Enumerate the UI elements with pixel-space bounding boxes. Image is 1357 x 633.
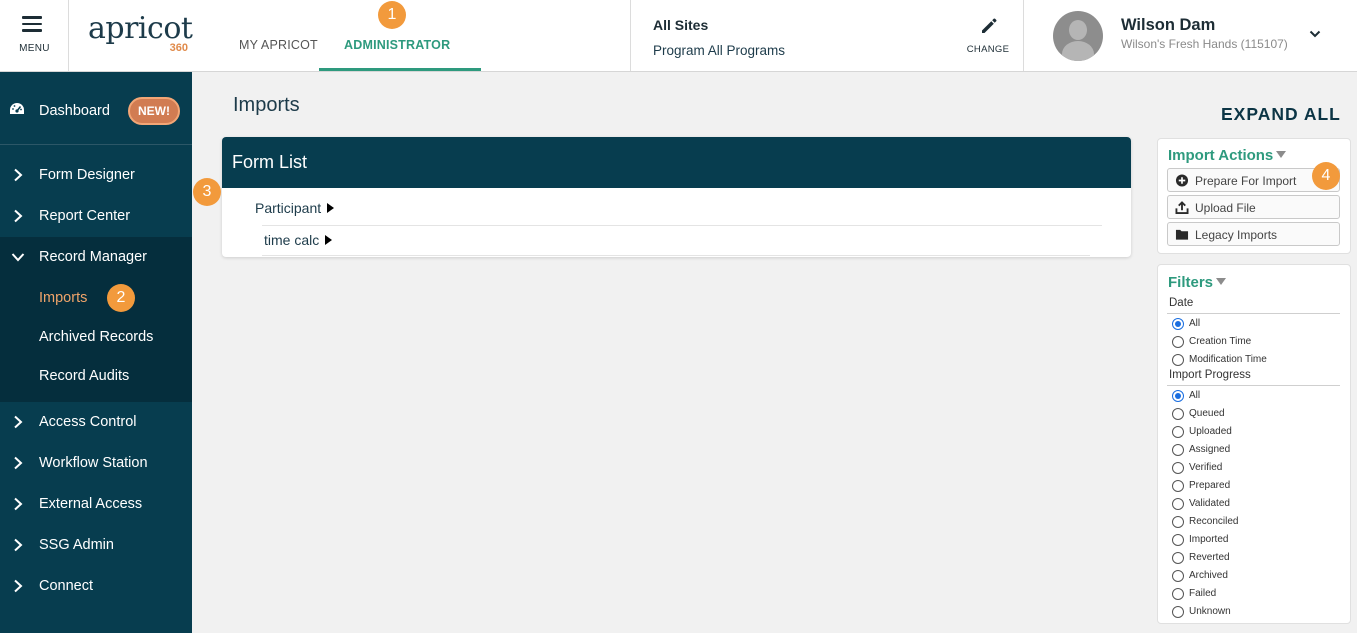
step-marker-2: 2: [107, 284, 135, 312]
pencil-icon: [982, 18, 997, 33]
menu-label: MENU: [19, 43, 50, 54]
chevron-right-icon: [14, 415, 23, 429]
form-item-participant[interactable]: Participant: [255, 200, 335, 216]
form-item-label: time calc: [264, 232, 320, 248]
button-label: Legacy Imports: [1195, 228, 1278, 242]
sidebar-item-report-center[interactable]: Report Center: [0, 196, 192, 237]
sidebar-item-workflow-station[interactable]: Workflow Station: [0, 443, 192, 484]
top-header: MENU apricot 360 MY APRICOT ADMINISTRATO…: [0, 0, 1357, 72]
sidebar-item-label: Connect: [39, 578, 94, 594]
sidebar-subitem-imports[interactable]: Imports: [39, 290, 87, 306]
plus-circle-icon: [1175, 174, 1189, 187]
import-actions-panel: Import Actions Prepare For Import Upload…: [1157, 138, 1351, 254]
form-list-card: Form List: [222, 137, 1131, 257]
row-divider: [262, 255, 1090, 256]
import-progress-label: Import Progress: [1169, 369, 1251, 381]
panel-title: Filters: [1168, 274, 1214, 291]
row-divider: [262, 225, 1102, 226]
apricot-logo[interactable]: apricot 360: [88, 12, 198, 56]
menu-button[interactable]: MENU: [0, 0, 69, 71]
dashboard-gauge-icon: [10, 103, 24, 114]
step-marker-4: 4: [1312, 162, 1340, 190]
user-menu[interactable]: Wilson Dam Wilson's Fresh Hands (115107): [1053, 11, 1343, 61]
site-selector: All Sites Program All Programs CHANGE: [630, 0, 1024, 71]
logo-text: apricot: [88, 11, 193, 46]
chevron-right-icon: [14, 168, 23, 182]
sidebar: Dashboard NEW! Form Designer Report Cent…: [0, 72, 192, 633]
button-label: Upload File: [1195, 201, 1256, 215]
chevron-right-icon: [14, 209, 23, 223]
import-actions-toggle[interactable]: Import Actions: [1168, 147, 1287, 164]
upload-file-button[interactable]: Upload File: [1167, 195, 1340, 219]
page-title: Imports: [233, 94, 300, 116]
filters-panel: Filters Date All Creation Time Modificat…: [1157, 264, 1351, 624]
sidebar-item-record-manager[interactable]: Record Manager: [0, 237, 192, 278]
form-item-time-calc[interactable]: time calc: [264, 232, 333, 248]
folder-icon: [1175, 229, 1189, 240]
active-tab-indicator: [319, 68, 481, 71]
step-marker-3: 3: [193, 178, 221, 206]
sidebar-item-form-designer[interactable]: Form Designer: [0, 155, 192, 196]
button-label: Prepare For Import: [1195, 174, 1297, 188]
date-filter-label: Date: [1169, 297, 1194, 309]
form-item-label: Participant: [255, 200, 322, 216]
form-list-title: Form List: [232, 152, 308, 172]
chevron-right-icon: [14, 497, 23, 511]
sidebar-item-label: Workflow Station: [39, 455, 148, 471]
sidebar-item-label: External Access: [39, 496, 143, 512]
form-list-header: Form List: [222, 137, 1131, 188]
filters-toggle[interactable]: Filters: [1168, 274, 1227, 291]
sidebar-item-label: Form Designer: [39, 167, 135, 183]
sidebar-subitem-record-audits[interactable]: Record Audits: [39, 368, 129, 384]
record-manager-group: Record Manager Imports Archived Records …: [0, 237, 192, 402]
user-organization: Wilson's Fresh Hands (115107): [1121, 37, 1288, 51]
avatar: [1053, 11, 1103, 61]
caret-down-icon: [1276, 151, 1287, 158]
legacy-imports-button[interactable]: Legacy Imports: [1167, 222, 1340, 246]
tab-administrator[interactable]: ADMINISTRATOR: [344, 38, 450, 52]
new-badge: NEW!: [128, 97, 180, 125]
divider: [1167, 385, 1340, 386]
user-name: Wilson Dam: [1121, 16, 1216, 34]
sidebar-item-external-access[interactable]: External Access: [0, 484, 192, 525]
sidebar-item-dashboard[interactable]: Dashboard NEW!: [0, 72, 192, 145]
sidebar-item-label: Report Center: [39, 208, 131, 224]
chevron-right-icon: [14, 456, 23, 470]
sidebar-subitem-archived-records[interactable]: Archived Records: [39, 329, 153, 345]
change-label: CHANGE: [966, 44, 1010, 55]
expand-triangle-icon: [327, 203, 335, 213]
sidebar-item-label: Access Control: [39, 414, 137, 430]
change-site-button[interactable]: CHANGE: [965, 14, 1011, 60]
expand-triangle-icon: [325, 235, 333, 245]
upload-icon: [1175, 201, 1189, 214]
site-program: Program All Programs: [653, 43, 786, 58]
logo-sub: 360: [169, 42, 188, 54]
sidebar-item-ssg-admin[interactable]: SSG Admin: [0, 525, 192, 566]
divider: [1167, 313, 1340, 314]
sidebar-item-connect[interactable]: Connect: [0, 566, 192, 607]
step-marker-1: 1: [378, 1, 406, 29]
chevron-down-icon: [11, 253, 25, 262]
hamburger-icon: [22, 16, 42, 32]
sidebar-item-access-control[interactable]: Access Control: [0, 402, 192, 443]
site-title: All Sites: [653, 17, 709, 33]
tab-my-apricot[interactable]: MY APRICOT: [239, 38, 318, 52]
sidebar-item-label: Record Manager: [39, 249, 147, 265]
chevron-right-icon: [14, 579, 23, 593]
sidebar-item-label: Dashboard: [39, 103, 110, 119]
sidebar-item-label: SSG Admin: [39, 537, 114, 553]
panel-title: Import Actions: [1168, 147, 1274, 164]
expand-all-button[interactable]: EXPAND ALL: [1221, 104, 1341, 125]
caret-down-icon: [1216, 278, 1227, 285]
chevron-right-icon: [14, 538, 23, 552]
chevron-down-icon: [1309, 30, 1321, 38]
